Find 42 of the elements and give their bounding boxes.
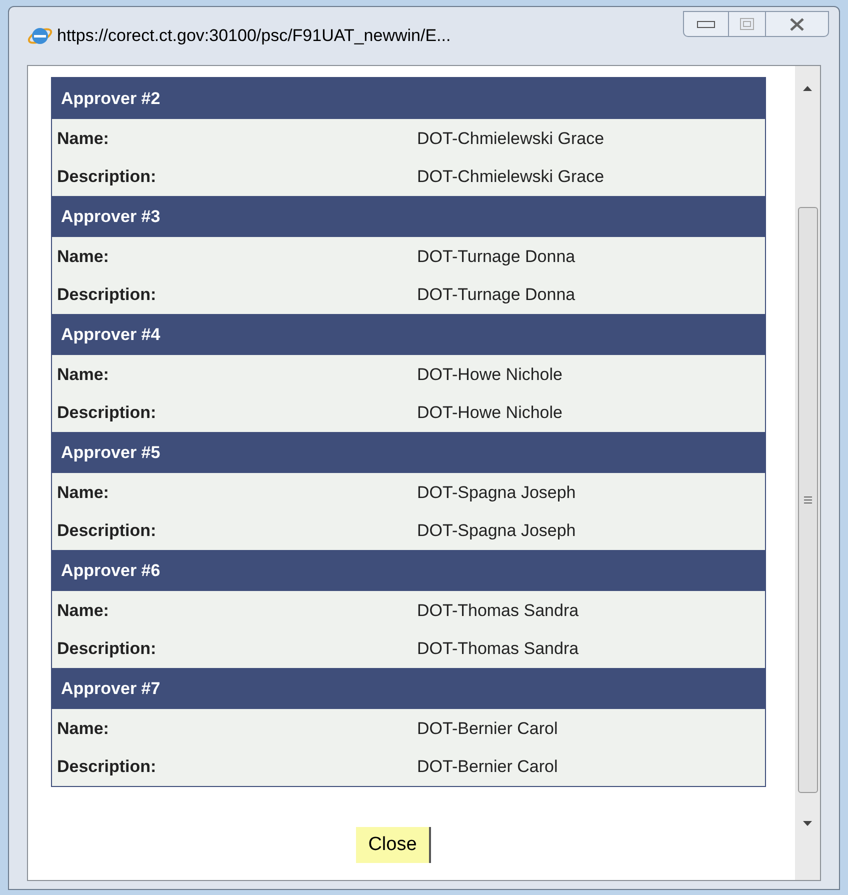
field-label: Description: bbox=[57, 166, 158, 188]
section-heading: Approver #7 bbox=[61, 678, 160, 700]
grip-icon bbox=[804, 496, 812, 504]
scroll-up-icon[interactable] bbox=[803, 86, 812, 91]
close-icon bbox=[789, 18, 805, 30]
minimize-button[interactable] bbox=[683, 11, 729, 37]
field-label: Description: bbox=[57, 284, 158, 306]
field-label: Name: bbox=[57, 364, 110, 386]
window-title: https://corect.ct.gov:30100/psc/F91UAT_newwin/E... bbox=[57, 25, 451, 48]
minimize-icon bbox=[697, 20, 715, 28]
field-label: Description: bbox=[57, 638, 158, 660]
field-value: DOT-Spagna Joseph bbox=[417, 520, 576, 542]
section-heading: Approver #4 bbox=[61, 324, 160, 346]
field-label: Description: bbox=[57, 756, 158, 778]
field-label: Description: bbox=[57, 520, 158, 542]
close-button[interactable]: Close bbox=[356, 827, 431, 863]
field-value: DOT-Turnage Donna bbox=[417, 246, 576, 268]
scrollbar[interactable] bbox=[795, 66, 820, 880]
section-heading: Approver #6 bbox=[61, 560, 160, 582]
field-value: DOT-Chmielewski Grace bbox=[417, 166, 604, 188]
field-value: DOT-Thomas Sandra bbox=[417, 600, 579, 622]
field-label: Description: bbox=[57, 402, 158, 424]
field-label: Name: bbox=[57, 718, 110, 740]
section-heading: Approver #2 bbox=[61, 88, 160, 110]
field-label: Name: bbox=[57, 600, 110, 622]
field-label: Name: bbox=[57, 482, 110, 504]
field-value: DOT-Bernier Carol bbox=[417, 756, 558, 778]
field-value: DOT-Chmielewski Grace bbox=[417, 128, 604, 150]
field-value: DOT-Howe Nichole bbox=[417, 364, 562, 386]
field-value: DOT-Turnage Donna bbox=[417, 284, 576, 306]
close-window-button[interactable] bbox=[765, 11, 829, 37]
field-label: Name: bbox=[57, 246, 110, 268]
field-value: DOT-Howe Nichole bbox=[417, 402, 562, 424]
field-value: DOT-Thomas Sandra bbox=[417, 638, 579, 660]
scroll-down-icon[interactable] bbox=[803, 821, 812, 826]
field-label: Name: bbox=[57, 128, 110, 150]
section-heading: Approver #5 bbox=[61, 442, 160, 464]
section-heading: Approver #3 bbox=[61, 206, 160, 228]
field-value: DOT-Spagna Joseph bbox=[417, 482, 576, 504]
field-value: DOT-Bernier Carol bbox=[417, 718, 558, 740]
maximize-icon bbox=[740, 18, 754, 30]
scroll-thumb[interactable] bbox=[798, 207, 818, 793]
